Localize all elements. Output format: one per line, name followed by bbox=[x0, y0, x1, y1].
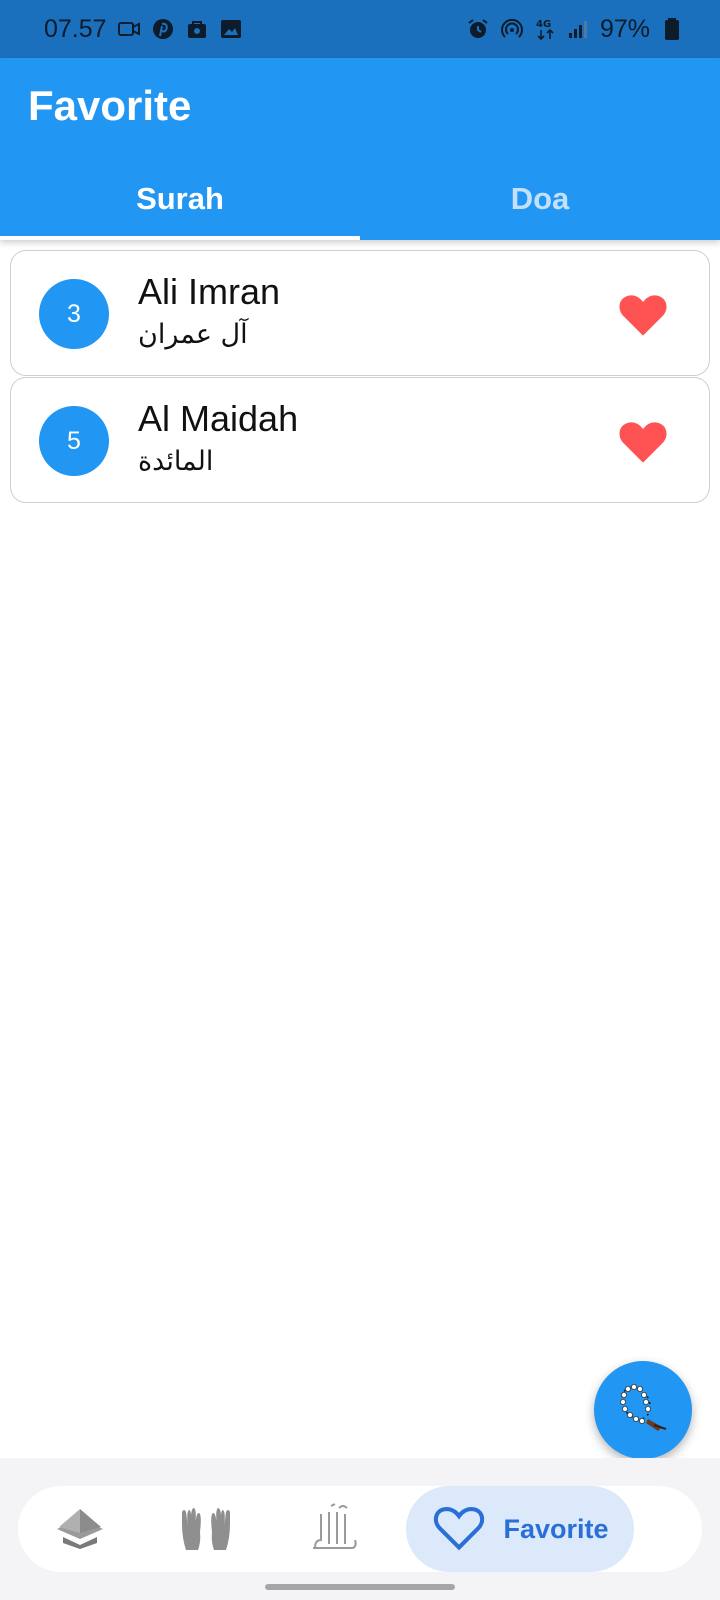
prayer-beads-icon bbox=[614, 1379, 672, 1442]
status-right: 4G 97% bbox=[466, 14, 679, 44]
nav-item-favorite[interactable]: Favorite bbox=[406, 1486, 634, 1572]
nav-item-quran[interactable] bbox=[42, 1486, 118, 1572]
heart-icon[interactable] bbox=[617, 289, 669, 339]
allah-calligraphy-icon bbox=[307, 1500, 361, 1559]
tab-bar: Surah Doa bbox=[0, 158, 720, 240]
list-item[interactable]: 3 Ali Imran آل عمران bbox=[10, 250, 710, 376]
home-indicator[interactable] bbox=[265, 1584, 455, 1590]
network-4g-icon: 4G bbox=[534, 17, 556, 41]
surah-name-arabic: المائدة bbox=[138, 446, 214, 477]
alarm-icon bbox=[466, 17, 490, 41]
network-label: 4G bbox=[536, 19, 551, 30]
tab-surah[interactable]: Surah bbox=[0, 158, 360, 240]
list-item[interactable]: 5 Al Maidah المائدة bbox=[10, 377, 710, 503]
tab-surah-label: Surah bbox=[136, 181, 224, 216]
signal-icon bbox=[566, 17, 590, 41]
surah-name: Ali Imran bbox=[138, 271, 281, 312]
bottom-nav: Favorite bbox=[18, 1486, 702, 1572]
surah-number-badge: 3 bbox=[39, 279, 109, 349]
surah-name-arabic: آل عمران bbox=[138, 319, 248, 350]
praying-hands-icon bbox=[178, 1502, 234, 1557]
video-icon bbox=[117, 17, 141, 41]
bottom-nav-area: Favorite bbox=[0, 1458, 720, 1600]
heart-outline-icon bbox=[431, 1502, 487, 1557]
surah-number-badge: 5 bbox=[39, 406, 109, 476]
hotspot-icon bbox=[500, 17, 524, 41]
nav-item-asmaul-husna[interactable] bbox=[296, 1486, 372, 1572]
status-left: 07.57 bbox=[44, 15, 243, 44]
surah-name: Al Maidah bbox=[138, 398, 299, 439]
battery-percent: 97% bbox=[599, 14, 650, 43]
app-bar: Favorite Surah Doa bbox=[0, 58, 720, 240]
nav-item-doa[interactable] bbox=[168, 1486, 244, 1572]
nav-item-favorite-label: Favorite bbox=[503, 1513, 609, 1544]
tab-indicator bbox=[0, 236, 360, 240]
favorite-list: 3 Ali Imran آل عمران 5 Al Maidah المائدة bbox=[10, 250, 710, 504]
bag-icon bbox=[185, 17, 209, 41]
tab-doa[interactable]: Doa bbox=[360, 158, 720, 240]
tasbih-fab-button[interactable] bbox=[594, 1361, 692, 1459]
tab-doa-label: Doa bbox=[510, 181, 570, 216]
status-bar: 07.57 4G 97% bbox=[0, 0, 720, 58]
heart-icon[interactable] bbox=[617, 416, 669, 466]
image-icon bbox=[219, 17, 243, 41]
quran-icon bbox=[53, 1505, 107, 1554]
status-time: 07.57 bbox=[44, 14, 107, 43]
battery-icon bbox=[660, 17, 679, 41]
page-title: Favorite bbox=[28, 82, 192, 129]
pinterest-icon bbox=[151, 17, 175, 41]
